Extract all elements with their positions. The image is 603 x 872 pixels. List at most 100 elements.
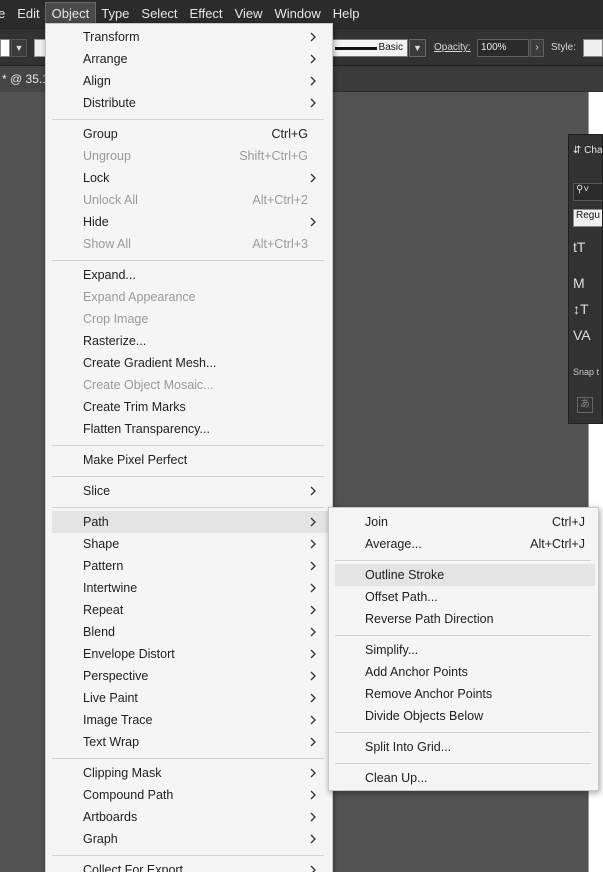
panel-collapse-icon[interactable]: ⇵ <box>573 145 581 156</box>
menu-item-remove-anchor-points[interactable]: Remove Anchor Points <box>335 683 595 705</box>
glyph-icon[interactable]: あ <box>577 397 593 413</box>
menu-item-split-into-grid[interactable]: Split Into Grid... <box>335 736 595 758</box>
menu-item-intertwine[interactable]: Intertwine <box>52 577 328 599</box>
menu-edit[interactable]: Edit <box>11 3 45 25</box>
fill-swatch[interactable] <box>0 39 10 57</box>
chevron-right-icon <box>310 217 316 227</box>
brush-label: Basic <box>378 42 403 53</box>
menu-item-rasterize[interactable]: Rasterize... <box>52 330 328 352</box>
search-icon: ⚲˅ <box>576 184 590 195</box>
panel-title-label: Char <box>584 145 603 156</box>
menu-item-ungroup[interactable]: Ungroup Shift+Ctrl+G <box>52 145 328 167</box>
menu-separator <box>335 763 591 764</box>
menu-item-crop-image[interactable]: Crop Image <box>52 308 328 330</box>
chevron-right-icon <box>310 768 316 778</box>
menu-item-offset-path[interactable]: Offset Path... <box>335 586 595 608</box>
menu-view[interactable]: View <box>229 3 269 25</box>
chevron-right-icon <box>310 649 316 659</box>
menu-item-group[interactable]: Group Ctrl+G <box>52 123 328 145</box>
menu-item-create-gradient-mesh[interactable]: Create Gradient Mesh... <box>52 352 328 374</box>
font-search-field[interactable]: ⚲˅ <box>573 183 602 201</box>
menu-item-simplify[interactable]: Simplify... <box>335 639 595 661</box>
chevron-right-icon <box>310 486 316 496</box>
menu-file[interactable]: e <box>0 3 11 25</box>
menu-object[interactable]: Object <box>44 2 97 26</box>
menu-item-live-paint[interactable]: Live Paint <box>52 687 328 709</box>
menu-item-average[interactable]: Average... Alt+Ctrl+J <box>335 533 595 555</box>
brush-stroke-preview <box>335 47 377 50</box>
menu-type[interactable]: Type <box>95 3 135 25</box>
chevron-right-icon <box>310 671 316 681</box>
opacity-input[interactable]: 100% <box>477 39 529 57</box>
brush-definition-selector[interactable]: Basic <box>332 39 408 57</box>
menu-item-distribute[interactable]: Distribute <box>52 92 328 114</box>
menu-item-create-trim-marks[interactable]: Create Trim Marks <box>52 396 328 418</box>
chevron-right-icon <box>310 54 316 64</box>
fill-dropdown-chevron-down-icon[interactable]: ▼ <box>11 39 27 57</box>
menu-window[interactable]: Window <box>269 3 327 25</box>
menu-item-blend[interactable]: Blend <box>52 621 328 643</box>
menu-separator <box>52 476 324 477</box>
chevron-right-icon <box>310 605 316 615</box>
chevron-right-icon <box>310 517 316 527</box>
menu-item-join[interactable]: Join Ctrl+J <box>335 511 595 533</box>
opacity-label[interactable]: Opacity: <box>434 42 471 53</box>
menu-item-expand-appearance[interactable]: Expand Appearance <box>52 286 328 308</box>
menu-item-align[interactable]: Align <box>52 70 328 92</box>
menu-separator <box>52 445 324 446</box>
chevron-right-icon <box>310 583 316 593</box>
menu-item-perspective[interactable]: Perspective <box>52 665 328 687</box>
font-style-field[interactable]: Regu <box>573 209 602 227</box>
menu-item-show-all[interactable]: Show All Alt+Ctrl+3 <box>52 233 328 255</box>
chevron-right-icon <box>310 173 316 183</box>
menu-item-shape[interactable]: Shape <box>52 533 328 555</box>
menu-item-clean-up[interactable]: Clean Up... <box>335 767 595 789</box>
menu-item-clipping-mask[interactable]: Clipping Mask <box>52 762 328 784</box>
character-panel: ⇵ Char ⚲˅ Regu tT M ↕T VA Snap t あ <box>568 134 603 424</box>
menu-item-unlock-all[interactable]: Unlock All Alt+Ctrl+2 <box>52 189 328 211</box>
chevron-right-icon <box>310 812 316 822</box>
chevron-right-icon <box>310 737 316 747</box>
menu-item-image-trace[interactable]: Image Trace <box>52 709 328 731</box>
menu-item-divide-objects-below[interactable]: Divide Objects Below <box>335 705 595 727</box>
menu-item-artboards[interactable]: Artboards <box>52 806 328 828</box>
menu-item-reverse-path-direction[interactable]: Reverse Path Direction <box>335 608 595 630</box>
path-submenu: Join Ctrl+J Average... Alt+Ctrl+J Outline … <box>328 507 599 791</box>
brush-dropdown-chevron-down-icon[interactable]: ▼ <box>409 39 426 57</box>
chevron-right-icon <box>310 98 316 108</box>
menu-item-pattern[interactable]: Pattern <box>52 555 328 577</box>
chevron-right-icon <box>310 627 316 637</box>
menu-item-outline-stroke[interactable]: Outline Stroke <box>335 564 595 586</box>
menu-item-arrange[interactable]: Arrange <box>52 48 328 70</box>
menu-item-transform[interactable]: Transform <box>52 26 328 48</box>
menu-item-add-anchor-points[interactable]: Add Anchor Points <box>335 661 595 683</box>
menu-item-flatten-transparency[interactable]: Flatten Transparency... <box>52 418 328 440</box>
menu-item-path[interactable]: Path <box>52 511 328 533</box>
tracking-icon: VA <box>573 327 591 343</box>
menu-item-hide[interactable]: Hide <box>52 211 328 233</box>
menu-item-envelope-distort[interactable]: Envelope Distort <box>52 643 328 665</box>
chevron-right-icon <box>310 715 316 725</box>
menu-separator <box>335 635 591 636</box>
style-label: Style: <box>551 42 577 53</box>
menu-separator <box>52 260 324 261</box>
menu-item-slice[interactable]: Slice <box>52 480 328 502</box>
menu-separator <box>335 560 591 561</box>
menu-item-graph[interactable]: Graph <box>52 828 328 850</box>
graphic-style-swatch[interactable] <box>583 39 603 57</box>
menu-item-text-wrap[interactable]: Text Wrap <box>52 731 328 753</box>
menu-item-create-object-mosaic[interactable]: Create Object Mosaic... <box>52 374 328 396</box>
object-menu: Transform Arrange Align Distribute Group… <box>45 23 333 872</box>
menu-item-expand[interactable]: Expand... <box>52 264 328 286</box>
menu-separator <box>52 758 324 759</box>
menu-item-make-pixel-perfect[interactable]: Make Pixel Perfect <box>52 449 328 471</box>
menu-item-lock[interactable]: Lock <box>52 167 328 189</box>
opacity-chevron-right-icon[interactable]: › <box>530 39 544 57</box>
menu-help[interactable]: Help <box>327 3 366 25</box>
menu-item-repeat[interactable]: Repeat <box>52 599 328 621</box>
menu-item-collect-for-export[interactable]: Collect For Export <box>52 859 328 872</box>
panel-title[interactable]: ⇵ Char <box>569 145 603 165</box>
menu-select[interactable]: Select <box>135 3 183 25</box>
menu-effect[interactable]: Effect <box>184 3 229 25</box>
menu-item-compound-path[interactable]: Compound Path <box>52 784 328 806</box>
